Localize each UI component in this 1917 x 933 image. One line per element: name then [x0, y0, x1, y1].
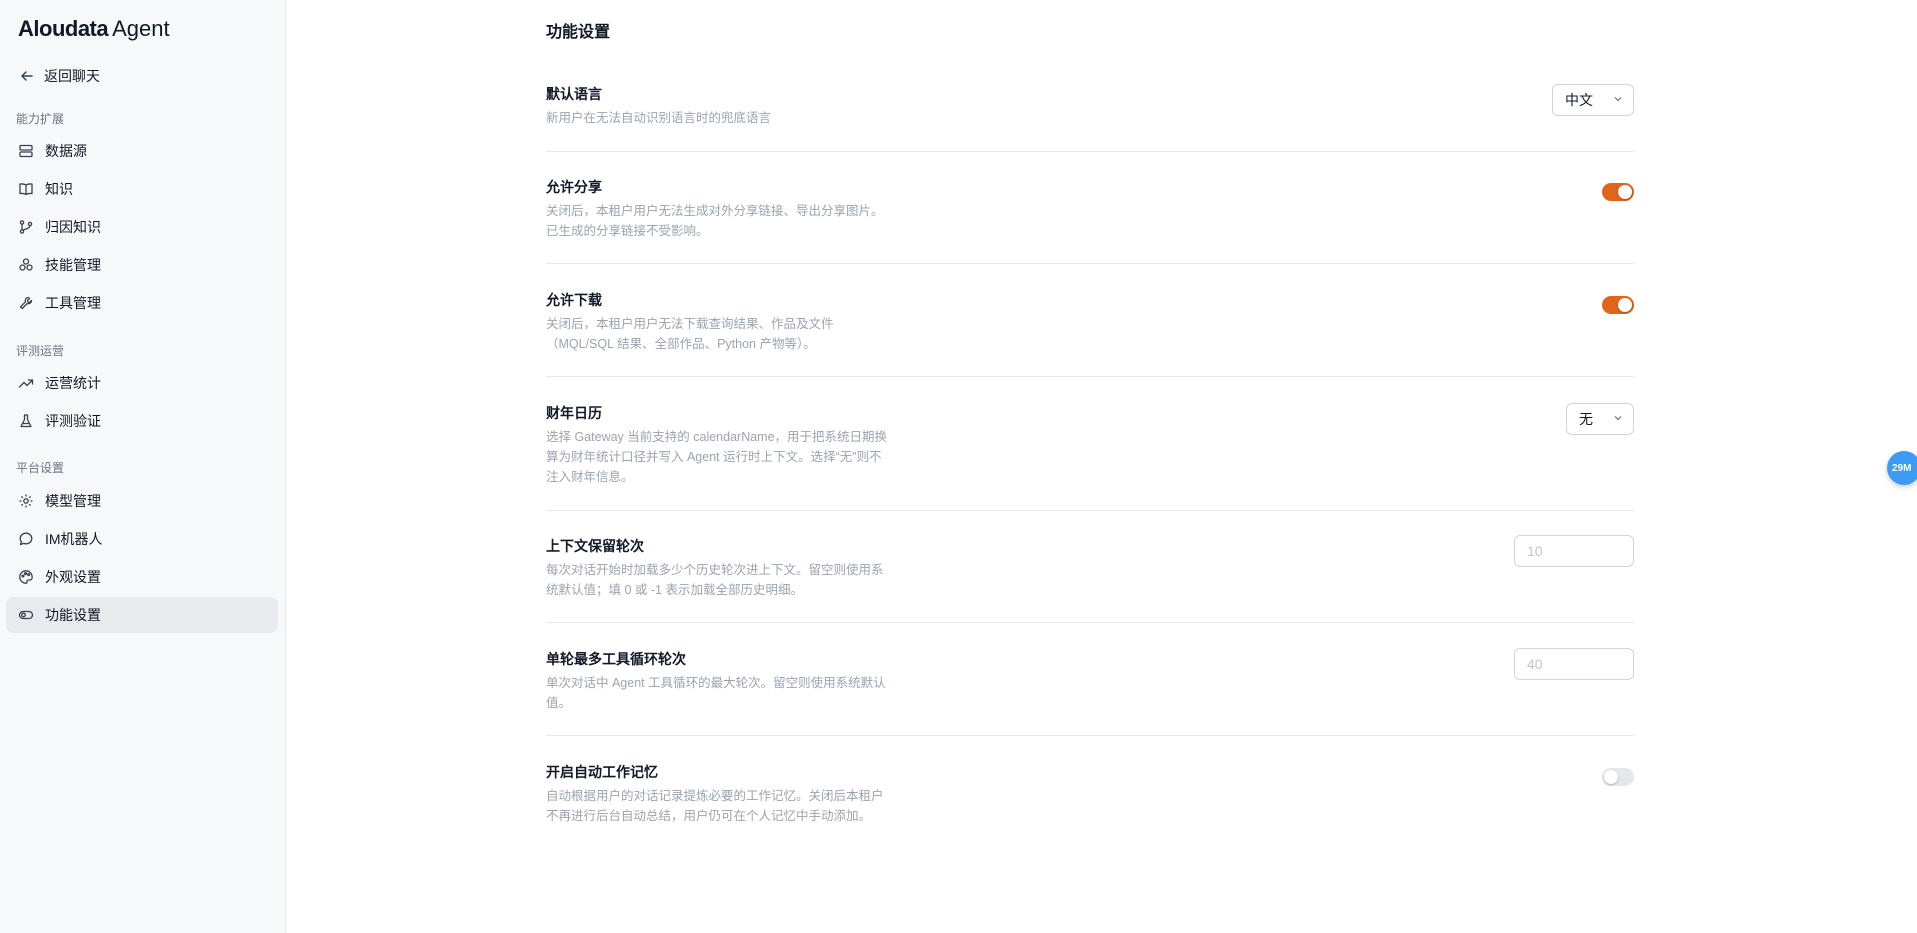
- setting-description-line: 值。: [546, 696, 572, 710]
- setting-context-rounds: 上下文保留轮次 每次对话开始时加载多少个历史轮次进上下文。留空则使用系 统默认值…: [546, 535, 1634, 623]
- setting-description-line: 不再进行后台自动总结，用户仍可在个人记忆中手动添加。: [546, 809, 872, 823]
- flask-icon: [17, 412, 35, 430]
- sidebar-item-datasource[interactable]: 数据源: [6, 133, 278, 169]
- language-select-value: 中文: [1565, 92, 1593, 108]
- page-title: 功能设置: [546, 24, 611, 41]
- auto-memory-toggle[interactable]: [1602, 768, 1634, 786]
- gear-icon: [17, 492, 35, 510]
- sidebar-item-attribution-knowledge[interactable]: 归因知识: [6, 209, 278, 245]
- max-tool-loops-input[interactable]: [1514, 648, 1634, 680]
- sidebar-item-knowledge[interactable]: 知识: [6, 171, 278, 207]
- fiscal-calendar-select[interactable]: 无: [1566, 403, 1634, 435]
- toggle-icon: [17, 606, 35, 624]
- sidebar-item-im-bot[interactable]: IM机器人: [6, 521, 278, 557]
- wrench-icon: [17, 294, 35, 312]
- setting-description-line: 注入财年信息。: [546, 470, 634, 484]
- setting-allow-share: 允许分享 关闭后，本租户用户无法生成对外分享链接、导出分享图片。 已生成的分享链…: [546, 177, 1634, 264]
- sidebar: Aloudata Agent 返回聊天 能力扩展 数据源 知识 归因知识 技能管…: [0, 0, 286, 933]
- brand-name: Aloudata: [18, 16, 109, 41]
- sidebar-item-label: 知识: [45, 181, 73, 197]
- toggle-knob: [1618, 298, 1632, 312]
- sidebar-item-label: 工具管理: [45, 295, 101, 311]
- arrow-left-icon: [18, 67, 36, 85]
- sidebar-item-label: 数据源: [45, 143, 87, 159]
- brand-logo: Aloudata Agent: [18, 16, 170, 42]
- allow-download-toggle[interactable]: [1602, 296, 1634, 314]
- setting-title: 单轮最多工具循环轮次: [546, 651, 686, 667]
- section-label-evaluation: 评测运营: [16, 344, 65, 358]
- palette-icon: [17, 568, 35, 586]
- setting-description-line: 统默认值；填 0 或 -1 表示加载全部历史明细。: [546, 583, 803, 597]
- setting-max-tool-loops: 单轮最多工具循环轮次 单次对话中 Agent 工具循环的最大轮次。留空则使用系统…: [546, 648, 1634, 736]
- setting-description-line: 单次对话中 Agent 工具循环的最大轮次。留空则使用系统默认: [546, 676, 886, 690]
- sidebar-item-label: 外观设置: [45, 569, 101, 585]
- setting-description: 关闭后，本租户用户无法生成对外分享链接、导出分享图片。 已生成的分享链接不受影响…: [546, 201, 916, 241]
- database-icon: [17, 142, 35, 160]
- context-rounds-input[interactable]: [1514, 535, 1634, 567]
- setting-description: 单次对话中 Agent 工具循环的最大轮次。留空则使用系统默认 值。: [546, 673, 916, 713]
- setting-title: 允许下载: [546, 292, 602, 308]
- fiscal-calendar-select-value: 无: [1579, 411, 1593, 427]
- setting-title: 开启自动工作记忆: [546, 764, 658, 780]
- brand-suffix: Agent: [112, 16, 170, 41]
- setting-description-line: 算为财年统计口径并写入 Agent 运行时上下文。选择“无”则不: [546, 450, 882, 464]
- language-select[interactable]: 中文: [1552, 84, 1634, 116]
- setting-fiscal-calendar: 财年日历 选择 Gateway 当前支持的 calendarName，用于把系统…: [546, 403, 1634, 511]
- toggle-knob: [1618, 185, 1632, 199]
- setting-title: 财年日历: [546, 405, 602, 421]
- setting-title: 上下文保留轮次: [546, 538, 644, 554]
- setting-title: 默认语言: [546, 86, 602, 102]
- setting-default-language: 默认语言 新用户在无法自动识别语言时的兜底语言 中文: [546, 84, 1634, 152]
- setting-description-line: 关闭后，本租户用户无法生成对外分享链接、导出分享图片。: [546, 204, 884, 218]
- chevron-down-icon: [1613, 413, 1623, 426]
- sidebar-item-evaluation[interactable]: 评测验证: [6, 403, 278, 439]
- section-label-capability: 能力扩展: [16, 112, 65, 126]
- git-branch-icon: [17, 218, 35, 236]
- allow-share-toggle[interactable]: [1602, 183, 1634, 201]
- back-to-chat-label: 返回聊天: [44, 68, 100, 84]
- sidebar-item-operation-stats[interactable]: 运营统计: [6, 365, 278, 401]
- setting-description-line: 自动根据用户的对话记录提炼必要的工作记忆。关闭后本租户: [546, 789, 884, 803]
- sidebar-item-label: 功能设置: [45, 607, 101, 623]
- sidebar-item-label: 归因知识: [45, 219, 101, 235]
- setting-description-line: （MQL/SQL 结果、全部作品、Python 产物等）。: [546, 337, 816, 351]
- sidebar-item-label: 技能管理: [45, 257, 101, 273]
- trending-up-icon: [17, 374, 35, 392]
- back-to-chat-link[interactable]: 返回聊天: [18, 66, 100, 86]
- setting-description: 新用户在无法自动识别语言时的兜底语言: [546, 108, 916, 128]
- section-label-platform: 平台设置: [16, 461, 65, 475]
- sidebar-item-models[interactable]: 模型管理: [6, 483, 278, 519]
- setting-auto-memory: 开启自动工作记忆 自动根据用户的对话记录提炼必要的工作记忆。关闭后本租户 不再进…: [546, 762, 1634, 832]
- setting-description: 选择 Gateway 当前支持的 calendarName，用于把系统日期换 算…: [546, 427, 916, 487]
- sidebar-item-label: IM机器人: [45, 531, 103, 547]
- toggle-knob: [1604, 770, 1618, 784]
- sidebar-item-label: 评测验证: [45, 413, 101, 429]
- sidebar-item-tools[interactable]: 工具管理: [6, 285, 278, 321]
- sidebar-item-label: 模型管理: [45, 493, 101, 509]
- setting-description-line: 选择 Gateway 当前支持的 calendarName，用于把系统日期换: [546, 430, 888, 444]
- book-icon: [17, 180, 35, 198]
- setting-allow-download: 允许下载 关闭后，本租户用户无法下载查询结果、作品及文件 （MQL/SQL 结果…: [546, 290, 1634, 377]
- sidebar-item-feature-settings[interactable]: 功能设置: [6, 597, 278, 633]
- setting-description: 关闭后，本租户用户无法下载查询结果、作品及文件 （MQL/SQL 结果、全部作品…: [546, 314, 916, 354]
- floating-memory-badge[interactable]: 29M: [1887, 451, 1917, 485]
- setting-description-line: 已生成的分享链接不受影响。: [546, 224, 709, 238]
- chevron-down-icon: [1613, 94, 1623, 107]
- chat-bubble-icon: [17, 530, 35, 548]
- skills-icon: [17, 256, 35, 274]
- sidebar-item-skills[interactable]: 技能管理: [6, 247, 278, 283]
- setting-description: 自动根据用户的对话记录提炼必要的工作记忆。关闭后本租户 不再进行后台自动总结，用…: [546, 786, 916, 826]
- setting-description: 每次对话开始时加载多少个历史轮次进上下文。留空则使用系 统默认值；填 0 或 -…: [546, 560, 916, 600]
- sidebar-item-appearance[interactable]: 外观设置: [6, 559, 278, 595]
- sidebar-item-label: 运营统计: [45, 375, 101, 391]
- setting-title: 允许分享: [546, 179, 602, 195]
- setting-description-line: 关闭后，本租户用户无法下载查询结果、作品及文件: [546, 317, 834, 331]
- main-content: 功能设置 默认语言 新用户在无法自动识别语言时的兜底语言 中文 允许分享 关闭后…: [287, 0, 1917, 933]
- setting-description-line: 新用户在无法自动识别语言时的兜底语言: [546, 111, 772, 125]
- setting-description-line: 每次对话开始时加载多少个历史轮次进上下文。留空则使用系: [546, 563, 884, 577]
